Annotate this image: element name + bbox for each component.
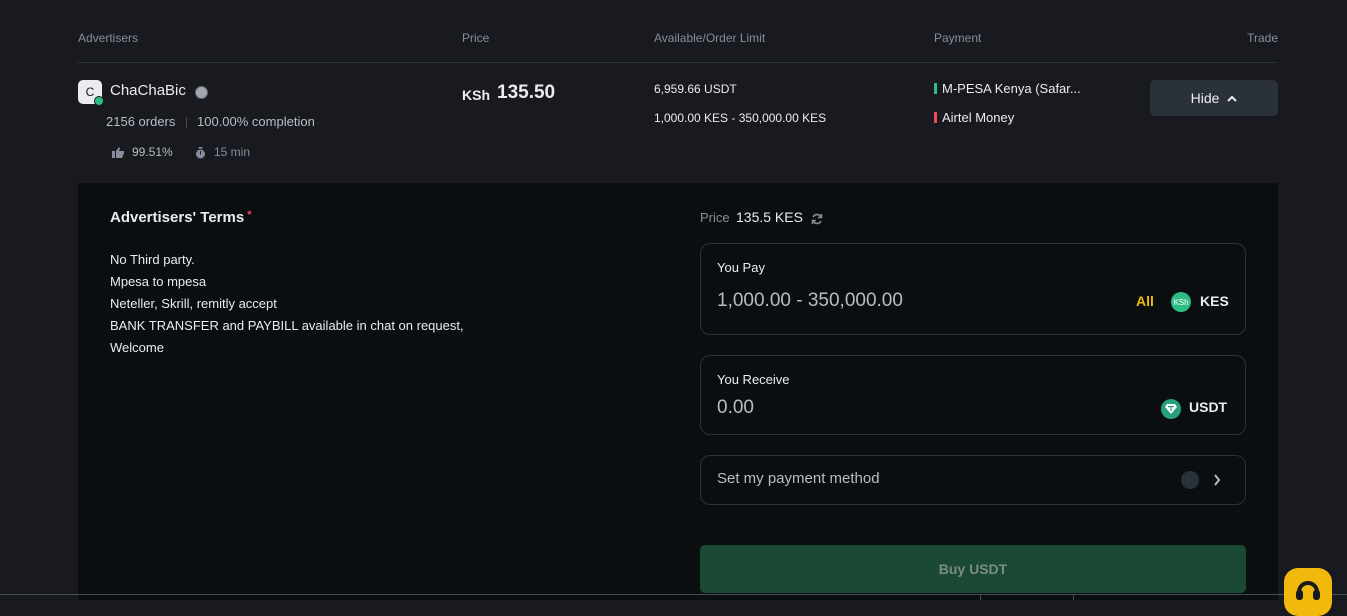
order-price-label: Price — [700, 210, 730, 225]
avatar[interactable]: C — [78, 80, 104, 106]
you-pay-input[interactable]: 1,000.00 - 350,000.00 — [717, 290, 903, 312]
verified-badge-icon — [195, 86, 208, 99]
required-mark: * — [247, 209, 252, 221]
payment-method-selector[interactable]: Set my payment method — [700, 455, 1246, 505]
payment-method-mpesa: M-PESA Kenya (Safar... — [934, 81, 1081, 96]
terms-line: Welcome — [110, 340, 164, 355]
buy-usdt-button[interactable]: Buy USDT — [700, 545, 1246, 593]
ad-price: 135.50 — [497, 82, 556, 103]
hide-label: Hide — [1190, 90, 1220, 106]
stat-divider — [186, 117, 187, 128]
payment-method-indicator — [1181, 471, 1199, 489]
payment-color-bar — [934, 112, 937, 123]
refresh-icon[interactable] — [811, 213, 823, 225]
you-receive-input[interactable]: 0.00 — [717, 397, 754, 419]
payment-label: M-PESA Kenya (Safar... — [942, 81, 1081, 96]
avatar-letter: C — [85, 85, 95, 99]
available-amount: 6,959.66 USDT — [654, 82, 737, 96]
header-price: Price — [462, 31, 490, 45]
chevron-right-icon — [1214, 474, 1221, 486]
kes-coin-icon: KSh — [1171, 292, 1191, 312]
payment-method-label: Set my payment method — [717, 470, 880, 487]
terms-line: Mpesa to mpesa — [110, 274, 207, 289]
headset-icon — [1296, 581, 1320, 600]
header-available: Available/Order Limit — [654, 31, 766, 45]
order-limit: 1,000.00 KES - 350,000.00 KES — [654, 111, 827, 125]
stopwatch-icon — [196, 147, 205, 159]
kes-coin-symbol: KSh — [1173, 297, 1189, 307]
thumbs-up-icon — [112, 147, 124, 158]
bottom-divider — [0, 594, 1347, 595]
completion-rate: 100.00% completion — [197, 114, 315, 129]
header-advertisers: Advertisers — [78, 31, 139, 45]
bottom-tick — [1073, 594, 1074, 600]
pay-currency: KES — [1200, 293, 1229, 309]
hide-button[interactable]: Hide — [1150, 80, 1278, 116]
order-count: 2156 orders — [106, 114, 176, 129]
rating-value: 99.51% — [132, 145, 173, 159]
bottom-tick — [980, 594, 981, 600]
header-payment: Payment — [934, 31, 982, 45]
ad-row: C ChaChaBic 2156 orders 100.00% completi… — [78, 62, 1278, 182]
all-button[interactable]: All — [1136, 293, 1154, 309]
order-price-value: 135.5 KES — [736, 209, 803, 225]
online-status-dot — [94, 96, 104, 106]
payment-label: Airtel Money — [942, 110, 1015, 125]
terms-line: Neteller, Skrill, remitly accept — [110, 296, 277, 311]
payment-color-bar — [934, 83, 937, 94]
terms-title-text: Advertisers' Terms — [110, 209, 245, 226]
you-receive-field[interactable]: You Receive 0.00 USDT — [700, 355, 1246, 435]
terms-text: No Third party. Mpesa to mpesa Neteller,… — [110, 249, 464, 359]
payment-method-airtel: Airtel Money — [934, 110, 1014, 125]
you-pay-label: You Pay — [717, 260, 765, 275]
terms-title: Advertisers' Terms * — [110, 209, 251, 226]
you-pay-field[interactable]: You Pay 1,000.00 - 350,000.00 All KSh KE… — [700, 243, 1246, 335]
table-header: Advertisers Price Available/Order Limit … — [78, 0, 1278, 63]
chevron-up-icon — [1227, 95, 1238, 102]
receive-currency: USDT — [1189, 399, 1228, 415]
advertiser-name[interactable]: ChaChaBic — [110, 82, 186, 99]
terms-line: No Third party. — [110, 252, 195, 267]
you-receive-label: You Receive — [717, 372, 790, 387]
usdt-coin-icon — [1161, 399, 1181, 419]
terms-line: BANK TRANSFER and PAYBILL available in c… — [110, 318, 464, 333]
header-trade: Trade — [1247, 31, 1278, 45]
tether-diamond-icon — [1165, 404, 1177, 414]
support-chat-button[interactable] — [1284, 568, 1332, 616]
avg-release-time: 15 min — [214, 145, 251, 159]
order-panel: Advertisers' Terms * No Third party. Mpes… — [78, 183, 1278, 600]
buy-label: Buy USDT — [938, 561, 1008, 577]
price-currency-symbol: KSh — [462, 87, 490, 103]
